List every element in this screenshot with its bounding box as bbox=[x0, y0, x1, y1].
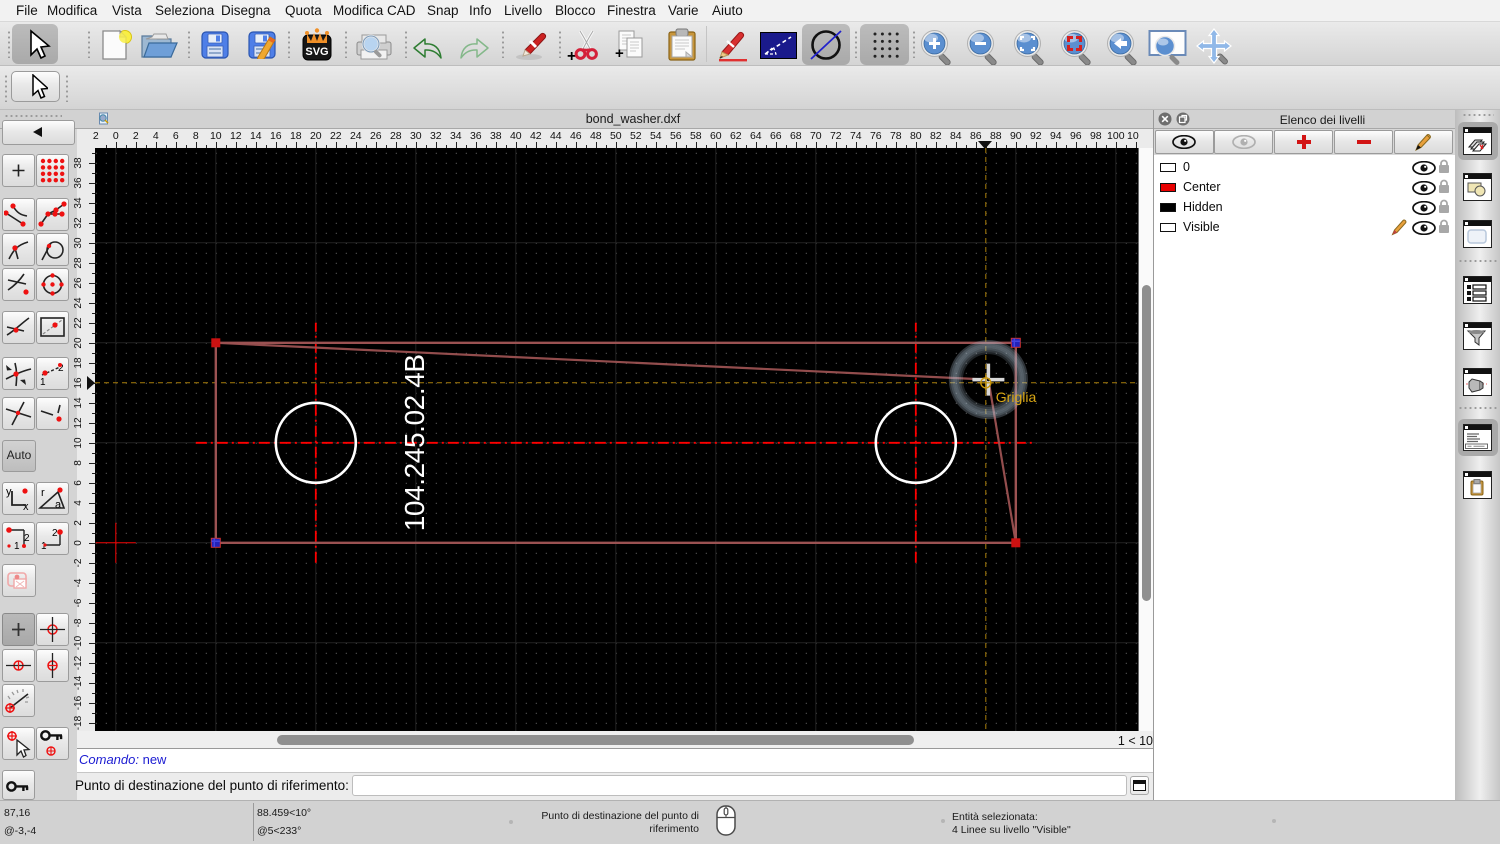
svg-text:+: + bbox=[567, 48, 576, 65]
svg-text:1: 1 bbox=[40, 377, 46, 388]
svg-text:2: 2 bbox=[24, 533, 30, 544]
svg-text:104.245.02.4B: 104.245.02.4B bbox=[399, 354, 430, 531]
svg-text:1: 1 bbox=[41, 541, 47, 552]
svg-text:r: r bbox=[41, 487, 45, 499]
svg-text:SVG: SVG bbox=[305, 46, 328, 58]
svg-text:+: + bbox=[615, 45, 624, 62]
svg-text:x: x bbox=[23, 501, 29, 513]
svg-text:2: 2 bbox=[52, 528, 58, 539]
svg-text:1: 1 bbox=[14, 541, 20, 552]
svg-text:Griglia: Griglia bbox=[996, 389, 1037, 405]
